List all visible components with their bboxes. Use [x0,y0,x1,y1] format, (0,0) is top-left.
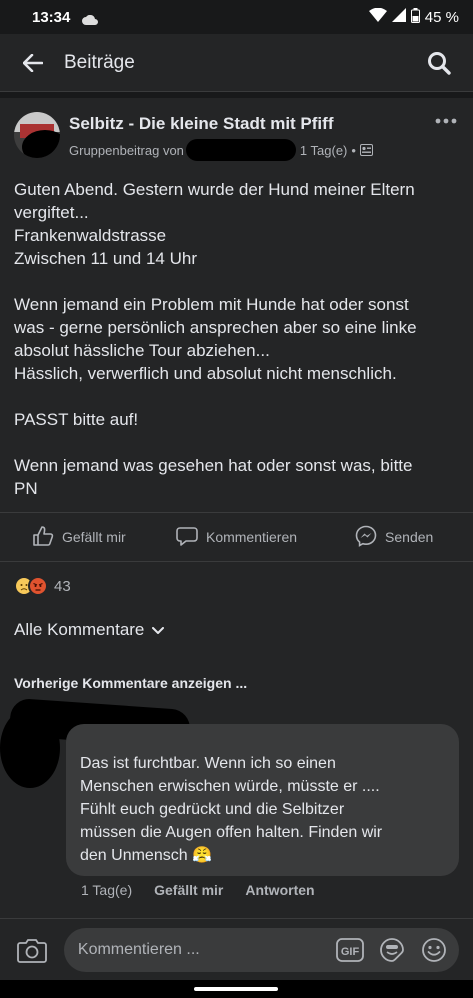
signal-icon [391,8,406,26]
home-gesture-handle[interactable] [194,987,278,991]
comment-reply-button[interactable]: Antworten [245,882,314,898]
wifi-icon [368,7,387,26]
comment-filter-dropdown[interactable]: Alle Kommentare [14,620,165,640]
meta-separator: • [351,142,356,158]
redaction [22,130,60,158]
comment-input-field[interactable]: GIF [63,927,459,972]
app-bar: Beiträge [0,34,473,92]
battery-percent: 45 % [424,8,459,26]
status-bar: 13:34 45 % [0,0,473,34]
post-body: Guten Abend. Gestern wurde der Hund mein… [14,178,459,500]
reaction-count: 43 [54,577,71,595]
status-time: 13:34 [32,8,71,26]
post-text-line: absolut hässliche Tour abziehen... [14,341,270,360]
post-card: Selbitz - Die kleine Stadt mit Pfiff Gru… [0,98,473,918]
post-text-line: Wenn jemand ein Problem mit Hunde hat od… [14,295,409,314]
show-previous-comments-link[interactable]: Vorherige Kommentare anzeigen ... [14,675,247,691]
like-button[interactable]: Gefällt mir [0,525,158,550]
post-action-bar: Gefällt mir Kommentieren Senden [0,512,473,562]
group-privacy-icon [359,144,373,156]
send-button[interactable]: Senden [315,525,473,550]
group-name[interactable]: Selbitz - Die kleine Stadt mit Pfiff [69,114,333,134]
angry-reaction-icon [28,576,48,596]
comment-input[interactable] [77,940,323,959]
comment-label: Kommentieren [205,529,298,545]
post-text-line: was - gerne persönlich ansprechen aber s… [14,318,417,337]
comment-text-line-end: den Unmensch [80,847,188,864]
status-indicators: 45 % [368,7,459,27]
cloud-icon [82,12,99,25]
chevron-down-icon [152,620,165,640]
comment-bubble[interactable]: Das ist furchtbar. Wenn ich so einen Men… [66,724,459,876]
post-text-line: Frankenwaldstrasse [14,226,167,245]
more-options-icon[interactable] [433,112,459,130]
post-text-line: Wenn jemand was gesehen hat oder sonst w… [14,456,413,475]
post-text-line [14,385,459,408]
group-avatar[interactable] [14,112,60,158]
comment-text-line: den Unmensch 😤 [80,844,445,867]
reactions-summary[interactable]: 43 [14,576,71,596]
author-redaction [185,139,296,161]
steam-face-emoji: 😤 [192,847,212,864]
post-text-line: Zwischen 11 und 14 Uhr [14,249,198,268]
gif-icon[interactable]: GIF [335,935,365,965]
post-time[interactable]: 1 Tag(e) [300,143,347,158]
send-label: Senden [385,529,434,545]
comment-text-line: müssen die Augen offen halten. Finden wi… [80,824,383,841]
comment-button[interactable]: Kommentieren [158,525,316,550]
comment-text-line: Das ist furchtbar. Wenn ich so einen [80,755,336,772]
thumbs-up-icon [32,525,54,550]
comment-composer: GIF [0,918,473,980]
post-text-line [14,270,459,293]
post-text-line: PASST bitte auf! [14,410,139,429]
page-title: Beiträge [64,51,135,73]
meta-prefix: Gruppenbeitrag von [69,142,184,158]
comment-actions: 1 Tag(e) Gefällt mir Antworten [81,882,315,898]
like-label: Gefällt mir [61,529,126,545]
comment-text: Das ist furchtbar. Wenn ich so einen Men… [80,752,445,867]
post-text-line: vergiftet... [14,203,89,222]
post-text-line: Hässlich, verwerflich und absolut nicht … [14,364,397,383]
messenger-icon [355,525,377,550]
post-text-line: PN [14,479,38,498]
comment-time[interactable]: 1 Tag(e) [81,882,132,898]
post-text-line [14,431,459,454]
gif-label: GIF [341,946,360,958]
post-text-line: Guten Abend. Gestern wurde der Hund mein… [14,180,415,199]
comment-text-line: Fühlt euch gedrückt und die Selbitzer [80,801,345,818]
post-header: Selbitz - Die kleine Stadt mit Pfiff Gru… [14,112,459,164]
sticker-icon[interactable] [377,935,407,965]
battery-icon [410,7,420,27]
comment-text-line: Menschen erwischen würde, müsste er .... [80,778,380,795]
comment-like-button[interactable]: Gefällt mir [154,882,223,898]
emoji-icon[interactable] [419,935,449,965]
post-meta: Gruppenbeitrag von 1 Tag(e) • [69,139,373,161]
comment-filter-label: Alle Kommentare [14,620,145,639]
search-icon[interactable] [425,49,453,77]
back-arrow-icon[interactable] [20,50,46,76]
comment-bubble-icon [176,525,198,550]
system-navigation-bar [0,980,473,998]
camera-icon[interactable] [14,932,50,968]
